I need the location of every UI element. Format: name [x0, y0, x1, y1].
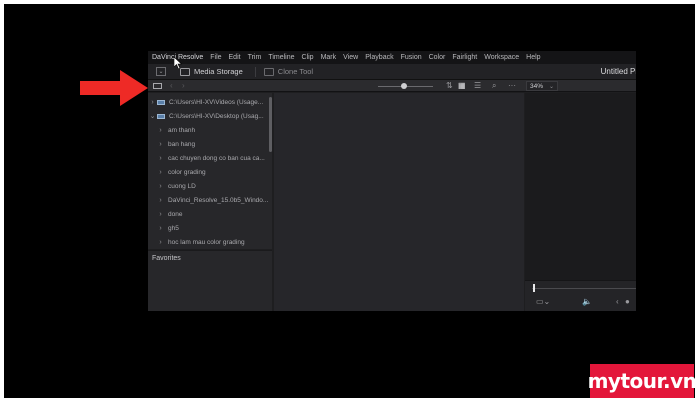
media-storage-tree: › C:\Users\HI-XV\Videos (Usage... ⌄ C:\U… [148, 93, 272, 249]
media-browser-area[interactable] [274, 93, 524, 311]
tree-scrollbar[interactable] [269, 97, 272, 152]
menu-playback[interactable]: Playback [365, 51, 393, 64]
tree-item[interactable]: › done [148, 207, 272, 221]
zoom-dropdown[interactable]: 34% ⌄ [526, 81, 558, 91]
tree-item-label: done [168, 210, 183, 218]
tree-item[interactable]: › cac chuyen dong co ban cua ca... [148, 151, 272, 165]
chevron-down-icon: ⌄ [549, 83, 555, 90]
chevron-down-icon: ⌄ [158, 68, 164, 75]
tree-item[interactable]: ⌄ C:\Users\HI-XV\Desktop (Usag... [148, 109, 272, 123]
mytour-logo: mytour.vn [587, 364, 697, 398]
stop-icon[interactable]: ● [625, 297, 630, 306]
slider-handle[interactable] [401, 83, 407, 89]
back-arrow-icon[interactable]: ‹ [170, 80, 173, 92]
menu-clip[interactable]: Clip [302, 51, 314, 64]
tree-item[interactable]: › C:\Users\HI-XV\Videos (Usage... [148, 95, 272, 109]
tree-item[interactable]: › gh5 [148, 221, 272, 235]
tree-item-label: ban hang [168, 140, 196, 148]
list-view-icon[interactable]: ☰ [474, 80, 481, 92]
chevron-right-icon[interactable]: › [148, 99, 157, 106]
tree-item[interactable]: › am thanh [148, 123, 272, 137]
project-title: Untitled Pr [600, 67, 636, 76]
menu-edit[interactable]: Edit [229, 51, 241, 64]
davinci-resolve-window: DaVinci Resolve File Edit Trim Timeline … [148, 51, 636, 311]
tree-item[interactable]: › hoc lam mau color grading [148, 235, 272, 249]
tree-item-label: C:\Users\HI-XV\Desktop (Usag... [169, 112, 264, 120]
sidebar-toggle-icon[interactable] [153, 83, 162, 89]
media-storage-label: Media Storage [194, 67, 243, 76]
menu-help[interactable]: Help [526, 51, 540, 64]
menu-fusion[interactable]: Fusion [401, 51, 422, 64]
sort-icon[interactable]: ⇅ [446, 80, 453, 92]
more-options-icon[interactable]: ··· [508, 80, 516, 92]
favorites-label: Favorites [152, 255, 181, 262]
panel-collapse-button[interactable]: ⌄ [156, 67, 166, 76]
tree-item-label: C:\Users\HI-XV\Videos (Usage... [169, 98, 264, 106]
menu-bar: DaVinci Resolve File Edit Trim Timeline … [148, 51, 636, 64]
grid-view-icon[interactable]: ▦ [458, 80, 466, 92]
toolbar-divider [254, 66, 256, 77]
favorites-panel: Favorites [148, 250, 272, 311]
menu-timeline[interactable]: Timeline [268, 51, 294, 64]
menu-mark[interactable]: Mark [321, 51, 337, 64]
top-toolbar: ⌄ Media Storage Clone Tool Untitled Pr [148, 64, 636, 80]
scrub-bar[interactable] [532, 288, 636, 289]
chevron-right-icon[interactable]: › [156, 141, 165, 148]
chevron-right-icon[interactable]: › [156, 225, 165, 232]
menu-view[interactable]: View [343, 51, 358, 64]
menu-workspace[interactable]: Workspace [484, 51, 519, 64]
zoom-value: 34% [530, 82, 544, 90]
browser-subbar: ‹ › ⇅ ▦ ☰ ⌕ ··· 34% ⌄ [148, 80, 636, 92]
chevron-right-icon[interactable]: › [156, 169, 165, 176]
tree-item[interactable]: › ban hang [148, 137, 272, 151]
tree-item-label: hoc lam mau color grading [168, 238, 245, 246]
chevron-right-icon[interactable]: › [156, 197, 165, 204]
forward-arrow-icon[interactable]: › [182, 80, 185, 92]
chevron-right-icon[interactable]: › [156, 127, 165, 134]
menu-trim[interactable]: Trim [248, 51, 262, 64]
tree-item-label: cac chuyen dong co ban cua ca... [168, 154, 265, 162]
chevron-right-icon[interactable]: › [156, 239, 165, 246]
drive-icon [157, 113, 165, 119]
tree-item-label: DaVinci_Resolve_15.0b5_Windo... [168, 196, 269, 204]
tree-item-label: gh5 [168, 224, 179, 232]
tree-item-label: color grading [168, 168, 206, 176]
search-icon[interactable]: ⌕ [492, 80, 496, 92]
monitor-icon[interactable]: ▭⌄ [536, 297, 550, 306]
clone-tool-icon [263, 67, 274, 76]
chevron-right-icon[interactable]: › [156, 155, 165, 162]
viewer-area[interactable] [525, 93, 636, 311]
viewer-controls [525, 280, 636, 311]
prev-frame-icon[interactable]: ‹ [616, 297, 619, 306]
chevron-down-icon[interactable]: ⌄ [148, 112, 157, 120]
chevron-right-icon[interactable]: › [156, 183, 165, 190]
media-storage-button[interactable]: Media Storage [180, 67, 243, 76]
drive-icon [157, 99, 165, 105]
tree-item[interactable]: › color grading [148, 165, 272, 179]
mytour-logo-text: mytour.vn [587, 369, 697, 393]
playhead[interactable] [533, 284, 535, 292]
tree-item[interactable]: › cuong LD [148, 179, 272, 193]
clone-tool-label: Clone Tool [277, 67, 314, 76]
tree-item-label: am thanh [168, 126, 196, 134]
mouse-cursor-icon [174, 57, 182, 69]
menu-color[interactable]: Color [429, 51, 446, 64]
tree-item-label: cuong LD [168, 182, 196, 190]
menu-fairlight[interactable]: Fairlight [452, 51, 477, 64]
chevron-right-icon[interactable]: › [156, 211, 165, 218]
clone-tool-button[interactable]: Clone Tool [263, 67, 314, 76]
tree-item[interactable]: › DaVinci_Resolve_15.0b5_Windo... [148, 193, 272, 207]
audio-icon[interactable]: 🔈 [582, 297, 592, 306]
annotation-arrow-icon [80, 70, 148, 106]
menu-file[interactable]: File [210, 51, 221, 64]
